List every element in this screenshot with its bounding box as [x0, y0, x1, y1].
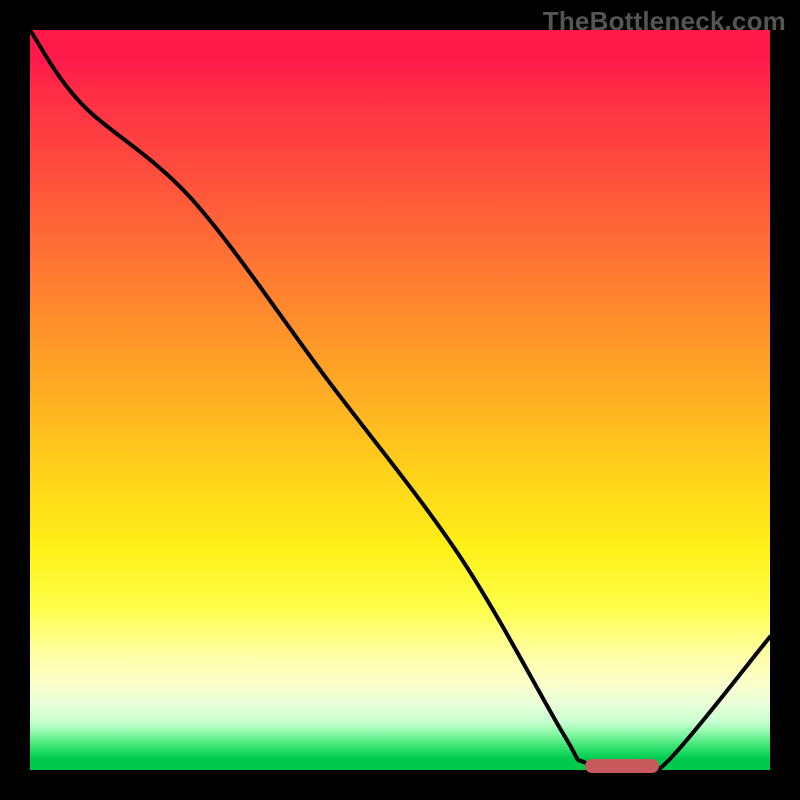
optimal-marker: [585, 759, 659, 773]
bottleneck-curve: [30, 30, 770, 770]
curve-path: [30, 30, 770, 773]
plot-area: [30, 30, 770, 770]
bottleneck-chart: TheBottleneck.com: [0, 0, 800, 800]
